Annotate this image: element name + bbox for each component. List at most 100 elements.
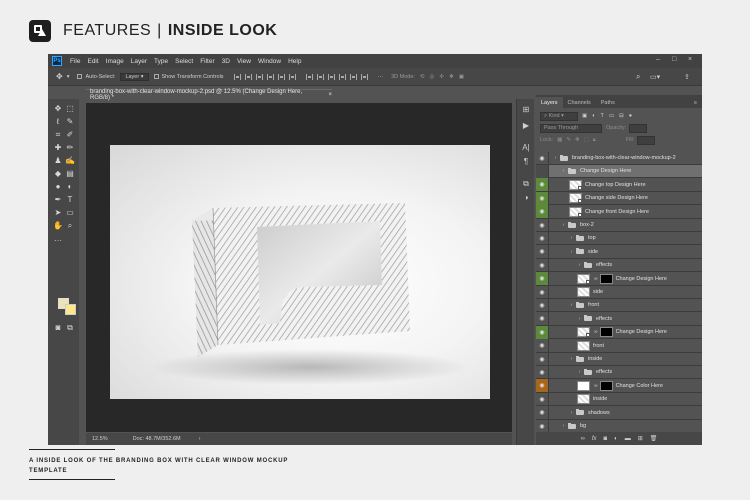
- visibility-eye-icon[interactable]: ◉: [536, 285, 549, 299]
- filter-kind-dropdown[interactable]: ⌕ Kind ▾: [540, 111, 578, 121]
- pen-tool-icon[interactable]: ✒: [53, 195, 63, 204]
- close-tab-icon[interactable]: ×: [328, 92, 332, 98]
- expand-chevron-icon[interactable]: ›: [569, 410, 574, 416]
- layer-row[interactable]: ◉ › branding-box-with-clear-window-mockup-…: [536, 152, 702, 165]
- visibility-eye-icon[interactable]: ◉: [536, 191, 549, 205]
- 3d-pan-icon[interactable]: ✢: [439, 74, 444, 80]
- distribute-4-icon[interactable]: [338, 73, 346, 80]
- menu-filter[interactable]: Filter: [200, 58, 214, 65]
- path-select-icon[interactable]: ➤: [53, 208, 63, 217]
- panel-menu-icon[interactable]: ≡: [689, 97, 702, 108]
- menu-file[interactable]: File: [70, 58, 80, 65]
- visibility-eye-icon[interactable]: ◉: [536, 339, 549, 353]
- layer-row[interactable]: ◉ ∞ Change Color Here: [536, 379, 702, 393]
- eraser-tool-icon[interactable]: ◆: [53, 169, 63, 178]
- actions-play-icon[interactable]: ▶: [521, 121, 531, 131]
- layer-row[interactable]: ◉ › inside: [536, 352, 702, 366]
- trash-icon[interactable]: 🗑︎: [650, 435, 658, 442]
- gradient-tool-icon[interactable]: ▤: [65, 169, 75, 178]
- expand-chevron-icon[interactable]: ›: [569, 302, 574, 308]
- tool-preset-chevron-icon[interactable]: ▾: [67, 74, 70, 80]
- new-layer-icon[interactable]: ⊞: [638, 435, 643, 442]
- layer-mask-thumbnail[interactable]: [599, 273, 613, 284]
- expand-chevron-icon[interactable]: ›: [577, 316, 582, 322]
- lock-move-icon[interactable]: ✥: [575, 137, 580, 143]
- align-top-icon[interactable]: [266, 73, 274, 80]
- distribute-1-icon[interactable]: [305, 73, 313, 80]
- expand-chevron-icon[interactable]: ›: [569, 249, 574, 255]
- layer-mask-thumbnail[interactable]: [599, 327, 613, 338]
- libraries-icon[interactable]: ⧉: [521, 179, 531, 189]
- expand-chevron-icon[interactable]: ›: [553, 155, 558, 161]
- visibility-eye-icon[interactable]: ◉: [536, 312, 549, 326]
- visibility-eye-icon[interactable]: ◉: [536, 178, 549, 192]
- layer-row[interactable]: ◉ › shadows: [536, 406, 702, 420]
- mask-link-icon[interactable]: ∞: [594, 276, 598, 282]
- link-icon[interactable]: ∞: [581, 436, 585, 442]
- lock-all-icon[interactable]: 🔒︎: [593, 137, 596, 144]
- visibility-eye-icon[interactable]: ◉: [536, 272, 549, 286]
- adjustment-icon[interactable]: ◐: [614, 436, 618, 442]
- visibility-eye-icon[interactable]: ◉: [536, 325, 549, 339]
- visibility-eye-icon[interactable]: ◉: [536, 406, 549, 420]
- lock-pixels-icon[interactable]: ▦: [557, 137, 562, 143]
- auto-select-checkbox[interactable]: [77, 74, 83, 79]
- layer-row[interactable]: › Change Design Here: [536, 164, 702, 179]
- layer-row[interactable]: ◉ › effects: [536, 365, 702, 380]
- layer-row[interactable]: ◉ Change side Design Here: [536, 191, 702, 206]
- layer-row[interactable]: ◉ › box-2: [536, 218, 702, 232]
- layer-row[interactable]: ◉ › effects: [536, 258, 702, 273]
- visibility-eye-icon[interactable]: ◉: [536, 218, 549, 232]
- auto-select-dropdown[interactable]: Layer ▾: [120, 72, 149, 81]
- visibility-eye-icon[interactable]: ◉: [536, 392, 549, 406]
- filter-pixel-icon[interactable]: ▣: [582, 113, 587, 119]
- distribute-3-icon[interactable]: [327, 73, 335, 80]
- expand-chevron-icon[interactable]: ›: [569, 235, 574, 241]
- search-icon[interactable]: ⌕: [636, 72, 640, 82]
- align-right-icon[interactable]: [255, 73, 263, 80]
- hand-tool-icon[interactable]: ✋: [53, 221, 63, 230]
- expand-chevron-icon[interactable]: ›: [561, 168, 566, 174]
- align-center-icon[interactable]: [244, 73, 252, 80]
- expand-chevron-icon[interactable]: ›: [577, 262, 582, 268]
- visibility-eye-icon[interactable]: ◉: [536, 258, 549, 272]
- 3d-roll-icon[interactable]: ◎: [430, 74, 435, 80]
- crop-tool-icon[interactable]: ⌗: [53, 130, 63, 139]
- menu-type[interactable]: Type: [154, 58, 168, 65]
- zoom-level[interactable]: 12.5%: [92, 436, 108, 442]
- layer-row[interactable]: ◉ ∞ Change Design Here: [536, 272, 702, 286]
- menu-help[interactable]: Help: [288, 58, 301, 65]
- close-window-button[interactable]: ×: [688, 56, 692, 63]
- filter-smart-icon[interactable]: ⊟: [619, 113, 624, 119]
- eyedropper-tool-icon[interactable]: ✐: [65, 130, 75, 139]
- layer-row[interactable]: ◉ › front: [536, 298, 702, 313]
- fx-icon[interactable]: fx: [592, 436, 597, 442]
- layer-mask-thumbnail[interactable]: [599, 380, 613, 391]
- visibility-eye-icon[interactable]: ◉: [536, 245, 549, 259]
- layer-row[interactable]: ◉ › top: [536, 231, 702, 246]
- layer-row[interactable]: ◉ front: [536, 339, 702, 353]
- align-left-icon[interactable]: [233, 73, 241, 80]
- menu-edit[interactable]: Edit: [87, 58, 98, 65]
- zoom-tool-icon[interactable]: ⌕: [65, 221, 75, 230]
- align-bottom-icon[interactable]: [288, 73, 296, 80]
- 3d-orbit-icon[interactable]: ⟲: [420, 74, 425, 80]
- visibility-eye-icon[interactable]: ◉: [536, 205, 549, 219]
- blur-tool-icon[interactable]: ●: [53, 182, 63, 191]
- workspace-icon[interactable]: ▭▾: [650, 73, 660, 81]
- layer-row[interactable]: ◉ side: [536, 285, 702, 299]
- layer-row[interactable]: ◉ › effects: [536, 312, 702, 326]
- rectangle-tool-icon[interactable]: ▭: [65, 208, 75, 217]
- quick-select-tool-icon[interactable]: ✎: [65, 117, 75, 126]
- dodge-tool-icon[interactable]: ◐: [65, 182, 75, 191]
- mask-link-icon[interactable]: ∞: [594, 329, 598, 335]
- filter-shape-icon[interactable]: ▭: [609, 113, 614, 119]
- healing-brush-icon[interactable]: ✚: [53, 143, 63, 152]
- expand-chevron-icon[interactable]: ›: [577, 369, 582, 375]
- mask-icon[interactable]: ◙: [604, 436, 608, 442]
- clone-stamp-icon[interactable]: ♟: [53, 156, 63, 165]
- share-icon[interactable]: ⇪: [684, 73, 690, 81]
- expand-chevron-icon[interactable]: ›: [561, 222, 566, 228]
- menu-view[interactable]: View: [237, 58, 251, 65]
- adjustments-icon[interactable]: ◑: [521, 193, 531, 203]
